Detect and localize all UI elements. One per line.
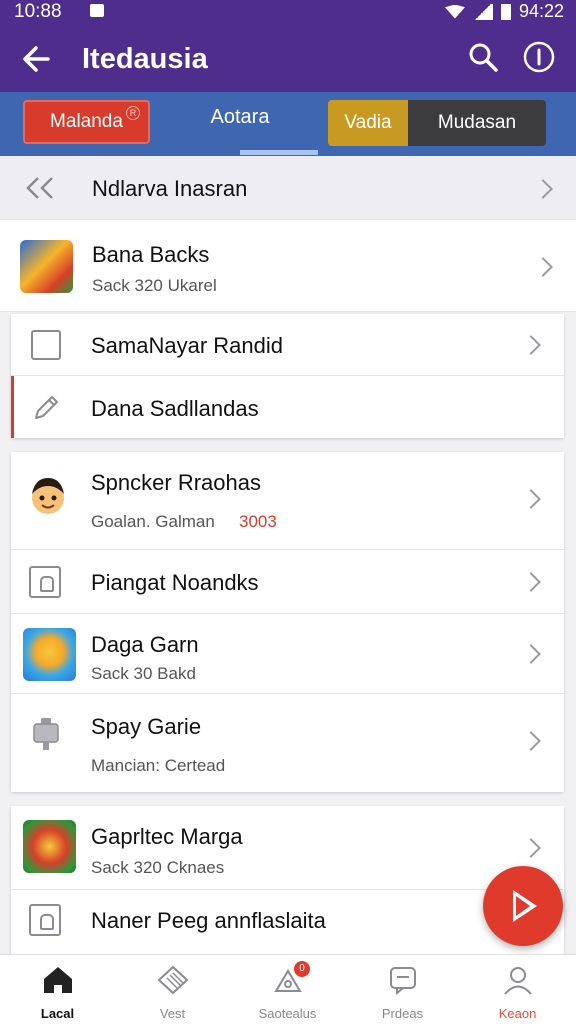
search-icon[interactable]	[466, 40, 500, 74]
list-item[interactable]: Spncker Rraohas Goalan. Galman 3003	[11, 452, 564, 550]
lock-icon	[29, 566, 61, 598]
notification-badge: 0	[294, 961, 310, 977]
nav-item-saotealus[interactable]: 0 Saotealus	[230, 955, 345, 1024]
nav-item-prdeas[interactable]: Prdeas	[345, 955, 460, 1024]
item-title: Spncker Rraohas	[91, 470, 261, 495]
chevron-right-icon	[521, 838, 541, 858]
device-icon	[33, 718, 59, 750]
item-title: Gaprltec Marga	[91, 824, 243, 849]
chevron-right-icon	[533, 257, 553, 277]
tab-pill-label: Malanda	[50, 111, 123, 132]
chevron-right-icon	[521, 572, 541, 592]
card-group: SamaNayar Randid Dana Sadllandas	[11, 314, 564, 438]
game-app-icon	[23, 820, 76, 873]
nav-label: Vest	[159, 1006, 186, 1021]
item-title: SamaNayar Randid	[91, 333, 283, 358]
lock-icon	[29, 904, 61, 936]
item-title: Dana Sadllandas	[91, 396, 259, 421]
item-title: Bana Backs	[92, 242, 210, 267]
segment-mudasan[interactable]: Mudasan	[408, 100, 546, 146]
list-header-row[interactable]: Ndlarva Inasran	[0, 156, 576, 220]
pencil-icon	[35, 396, 58, 419]
wifi-icon	[444, 4, 465, 19]
signal-icon	[472, 3, 493, 20]
list-item[interactable]: Spay Garie Mancian: Certead	[11, 694, 564, 792]
item-subtitle: Goalan. Galman	[91, 512, 215, 531]
item-title: Piangat Noandks	[91, 570, 259, 595]
checkbox-icon[interactable]	[31, 330, 61, 360]
list-item[interactable]: Gaprltec Marga Sack 320 Cknaes	[11, 806, 564, 890]
list-item[interactable]: Dana Sadllandas	[11, 376, 564, 438]
segmented-control: Vadia Mudasan	[328, 100, 546, 146]
info-icon[interactable]	[522, 40, 556, 74]
item-subtitle: Sack 30 Bakd	[91, 664, 196, 683]
status-clock-right: 94:22	[518, 1, 564, 21]
card-group: Spncker Rraohas Goalan. Galman 3003 Pian…	[11, 452, 564, 792]
list-item[interactable]: SamaNayar Randid	[11, 314, 564, 376]
grid-icon	[157, 965, 188, 995]
app-bar: Itedausia	[0, 26, 576, 92]
status-icons: 94:22	[444, 1, 564, 22]
registered-badge: R	[126, 106, 140, 120]
page-title: Itedausia	[82, 43, 208, 75]
status-bar: 10:88 94:22	[0, 0, 576, 26]
segment-vadia[interactable]: Vadia	[328, 100, 408, 146]
bottom-navigation: Lacal Vest 0 Saotealus Prdeas Keaon	[0, 954, 576, 1024]
list-item[interactable]: Daga Garn Sack 30 Bakd	[11, 614, 564, 694]
content-list[interactable]: Ndlarva Inasran Bana Backs Sack 320 Ukar…	[0, 156, 576, 954]
battery-icon	[500, 3, 511, 20]
tab-aotara[interactable]: Aotara	[190, 106, 290, 129]
chevron-right-icon	[521, 489, 541, 509]
game-app-icon	[20, 240, 73, 293]
nav-label: Prdeas	[381, 1006, 424, 1021]
item-subtitle: Sack 320 Ukarel	[92, 276, 217, 295]
chat-icon	[389, 967, 416, 996]
profile-icon	[503, 967, 532, 995]
game-app-icon	[23, 628, 76, 681]
item-highlight-value: 3003	[239, 512, 277, 531]
play-fab-button[interactable]	[483, 866, 563, 946]
chevron-right-icon	[533, 179, 553, 199]
item-title: Naner Peeg annflaslaita	[91, 908, 326, 933]
header-row-label: Ndlarva Inasran	[92, 176, 248, 201]
active-tab-indicator	[240, 150, 318, 155]
list-item[interactable]: Piangat Noandks	[11, 550, 564, 614]
notification-status-icon	[90, 4, 104, 17]
collapse-icon	[26, 177, 53, 199]
item-subtitle: Sack 320 Cknaes	[91, 858, 225, 877]
list-item[interactable]: Bana Backs Sack 320 Ukarel	[0, 220, 576, 312]
item-title: Daga Garn	[91, 632, 199, 657]
chevron-right-icon	[521, 644, 541, 664]
avatar-emoji-icon	[32, 478, 64, 514]
chevron-right-icon	[521, 335, 541, 355]
item-title: Spay Garie	[91, 714, 202, 739]
home-icon	[43, 967, 72, 993]
nav-item-vest[interactable]: Vest	[115, 955, 230, 1024]
nav-item-keaon[interactable]: Keaon	[460, 955, 575, 1024]
tab-pill-malanda[interactable]: Malanda R	[23, 100, 150, 144]
card-group: Gaprltec Marga Sack 320 Cknaes Naner Pee…	[11, 806, 564, 954]
nav-label: Saotealus	[258, 1006, 317, 1021]
nav-label: Lacal	[40, 1006, 75, 1021]
back-arrow-icon[interactable]	[18, 40, 56, 78]
list-item[interactable]: Naner Peeg annflaslaita	[11, 890, 564, 954]
item-subtitle: Mancian: Certead	[91, 756, 226, 775]
nav-label: Keaon	[498, 1006, 537, 1021]
nav-item-lacal[interactable]: Lacal	[0, 955, 115, 1024]
chevron-right-icon	[521, 731, 541, 751]
status-time: 10:88	[14, 1, 62, 22]
